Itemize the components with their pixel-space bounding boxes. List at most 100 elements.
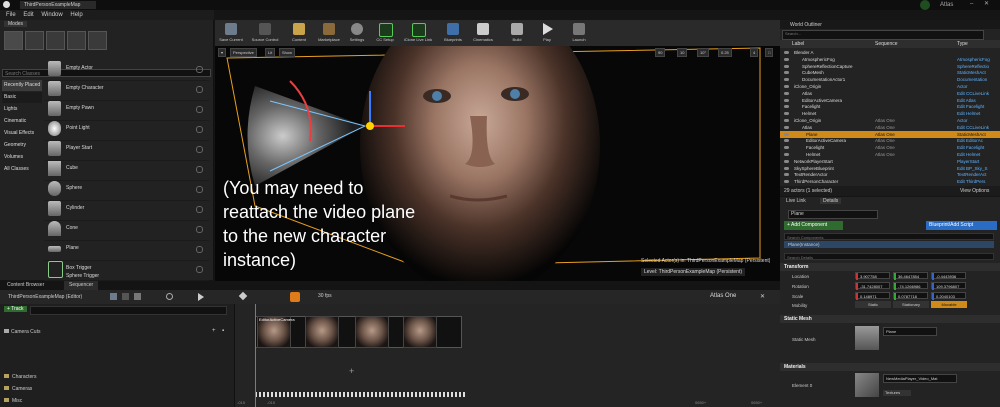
help-icon[interactable] bbox=[196, 206, 203, 213]
static-mesh-dropdown[interactable]: Plane bbox=[883, 327, 937, 336]
rotation-snap-field[interactable]: 10° bbox=[697, 48, 710, 57]
marketplace-button[interactable]: Marketplace bbox=[315, 21, 343, 45]
category-cinematic[interactable]: Cinematic bbox=[2, 116, 42, 127]
minimize-button[interactable]: – bbox=[970, 1, 978, 8]
foliage-mode-icon[interactable] bbox=[67, 31, 86, 50]
find-icon[interactable] bbox=[122, 293, 129, 300]
help-icon[interactable] bbox=[196, 166, 203, 173]
eye-visibility-icon[interactable] bbox=[784, 153, 789, 156]
category-basic[interactable]: Basic bbox=[2, 92, 42, 103]
scale-snap-field[interactable]: 0.25 bbox=[718, 48, 732, 57]
add-track-button[interactable]: + Track bbox=[4, 306, 27, 312]
help-icon[interactable] bbox=[196, 106, 203, 113]
transform-header[interactable]: Transform bbox=[780, 263, 1000, 271]
perspective-button[interactable]: Perspective bbox=[230, 48, 257, 57]
help-icon[interactable] bbox=[196, 146, 203, 153]
loop-icon[interactable] bbox=[166, 293, 173, 300]
modes-tab[interactable]: Modes bbox=[4, 21, 28, 27]
folder-misc[interactable]: Misc bbox=[4, 398, 22, 404]
tab-details[interactable]: Details bbox=[820, 198, 842, 204]
grid-snap-field[interactable]: 10 bbox=[677, 48, 688, 57]
location-y[interactable]: 36.4647854 bbox=[893, 272, 928, 280]
help-icon[interactable] bbox=[196, 266, 203, 273]
viewport-options-button[interactable]: ▾ bbox=[218, 48, 227, 57]
save-current-button[interactable]: Save Current bbox=[217, 21, 245, 45]
eye-visibility-icon[interactable] bbox=[784, 173, 789, 177]
outliner-row[interactable]: ThirdPersonCharacter Edit ThirdPers bbox=[780, 178, 1000, 185]
search-details-input[interactable]: Search Details bbox=[784, 253, 994, 260]
eye-visibility-icon[interactable] bbox=[784, 64, 789, 68]
add-shot-icon[interactable]: + bbox=[212, 328, 216, 334]
category-geometry[interactable]: Geometry bbox=[2, 140, 42, 151]
help-icon[interactable] bbox=[196, 66, 203, 73]
folder-cameras[interactable]: Cameras bbox=[4, 386, 32, 392]
close-sequence-icon[interactable]: ✕ bbox=[760, 293, 765, 300]
eye-visibility-icon[interactable] bbox=[784, 112, 789, 116]
component-row[interactable]: Plane(Instance) bbox=[784, 241, 994, 248]
eye-visibility-icon[interactable] bbox=[784, 119, 789, 122]
static-mesh-header[interactable]: Static Mesh bbox=[780, 315, 1000, 323]
add-section-icon[interactable]: + bbox=[349, 366, 354, 376]
timeline-scrollbar[interactable] bbox=[255, 392, 465, 397]
snap-magnet-icon[interactable] bbox=[290, 292, 300, 302]
blueprints-button[interactable]: Blueprints bbox=[439, 21, 467, 45]
category-all-classes[interactable]: All Classes bbox=[2, 164, 42, 175]
lit-button[interactable]: Lit bbox=[265, 48, 276, 57]
paint-mode-icon[interactable] bbox=[25, 31, 44, 50]
sequencer-timeline[interactable]: EditorActiveCamera + -015 -015 0650+ 065… bbox=[235, 304, 780, 407]
place-item-sphere-trigger[interactable]: Sphere Trigger bbox=[44, 273, 209, 280]
tab-content-browser[interactable]: Content Browser bbox=[2, 281, 49, 290]
textures-dropdown[interactable]: Textures bbox=[883, 390, 911, 396]
play-button[interactable]: Play bbox=[533, 21, 561, 45]
mobility-stationary[interactable]: Stationary bbox=[893, 301, 929, 308]
menu-file[interactable]: File bbox=[6, 10, 16, 20]
play-range-icon[interactable] bbox=[198, 293, 204, 301]
settings-button[interactable]: Settings bbox=[343, 21, 371, 45]
eye-visibility-icon[interactable] bbox=[784, 125, 789, 129]
tab-live-link[interactable]: Live Link bbox=[786, 198, 806, 204]
material-dropdown[interactable]: NewMediaPlayer_Video_Mat bbox=[883, 374, 957, 383]
menu-window[interactable]: Window bbox=[41, 10, 62, 20]
build-button[interactable]: Build bbox=[503, 21, 531, 45]
eye-visibility-icon[interactable] bbox=[784, 98, 789, 102]
search-tracks-input[interactable] bbox=[30, 306, 227, 315]
track-camera-cuts[interactable]: Camera Cuts bbox=[4, 329, 40, 335]
rotation-x[interactable]: -31.7428007 bbox=[855, 282, 890, 290]
rotation-y[interactable]: -74.1266986 bbox=[893, 282, 928, 290]
outliner-search-input[interactable]: Search... bbox=[782, 30, 984, 40]
view-options-button[interactable]: View Options bbox=[960, 186, 989, 196]
help-icon[interactable] bbox=[196, 126, 203, 133]
source-control-button[interactable]: Source Control bbox=[251, 21, 279, 45]
landscape-mode-icon[interactable] bbox=[46, 31, 65, 50]
key-icon[interactable] bbox=[238, 291, 248, 301]
column-type[interactable]: Type bbox=[957, 41, 968, 47]
eye-visibility-icon[interactable] bbox=[784, 139, 789, 143]
eye-visibility-icon[interactable] bbox=[784, 105, 789, 109]
geometry-mode-icon[interactable] bbox=[88, 31, 107, 50]
help-icon[interactable] bbox=[196, 186, 203, 193]
location-x[interactable]: 3.907758 bbox=[855, 272, 890, 280]
eye-visibility-icon[interactable] bbox=[784, 166, 789, 170]
eye-visibility-icon[interactable] bbox=[784, 85, 789, 88]
camera-speed-field[interactable]: 4 bbox=[750, 48, 759, 57]
map-tab[interactable]: ThirdPersonExampleMap bbox=[20, 1, 96, 9]
menu-edit[interactable]: Edit bbox=[23, 10, 33, 20]
help-icon[interactable] bbox=[196, 86, 203, 93]
render-icon[interactable] bbox=[134, 293, 141, 300]
help-icon[interactable] bbox=[196, 246, 203, 253]
eye-visibility-icon[interactable] bbox=[784, 78, 789, 82]
save-sequence-icon[interactable] bbox=[110, 293, 117, 300]
eye-visibility-icon[interactable] bbox=[784, 146, 789, 150]
outliner-title[interactable]: World Outliner bbox=[790, 22, 822, 28]
eye-visibility-icon[interactable] bbox=[784, 132, 789, 136]
rotation-z[interactable]: 109.3796807 bbox=[931, 282, 966, 290]
iclone-live-link-button[interactable]: iClone Live Link bbox=[401, 21, 435, 45]
scale-z[interactable]: 0.2040103 bbox=[931, 292, 966, 300]
place-mode-icon[interactable] bbox=[4, 31, 23, 50]
eye-visibility-icon[interactable] bbox=[784, 180, 789, 184]
eye-visibility-icon[interactable] bbox=[784, 57, 789, 61]
materials-header[interactable]: Materials bbox=[780, 363, 1000, 371]
search-components-input[interactable]: Search Components bbox=[784, 233, 994, 240]
category-recently-placed[interactable]: Recently Placed bbox=[2, 80, 42, 91]
eye-visibility-icon[interactable] bbox=[784, 159, 789, 163]
